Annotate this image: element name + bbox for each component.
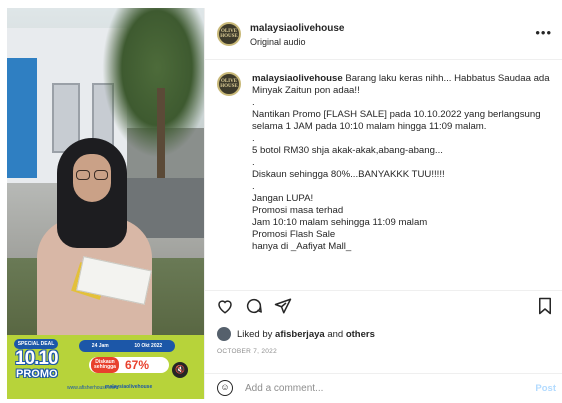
caption-line: Promosi masa terhad: [252, 205, 344, 216]
post-date[interactable]: OCTOBER 7, 2022: [217, 348, 277, 355]
caption-line: .: [252, 97, 255, 108]
caption-line: Nantikan Promo [FLASH SALE] pada 10.10.2…: [252, 109, 541, 132]
heart-icon[interactable]: [216, 297, 234, 315]
likes-others-link[interactable]: others: [346, 329, 375, 340]
caption-username[interactable]: malaysiaolivehouse: [252, 73, 343, 84]
promo-time-pill: 24 Jam 10 Okt 2022: [79, 340, 175, 352]
post-caption: OLIVE HOUSE malaysiaolivehouse Barang la…: [205, 60, 562, 290]
comment-icon[interactable]: [245, 297, 263, 315]
likes-middle: and: [327, 328, 344, 340]
video-person: [37, 138, 167, 348]
comment-input[interactable]: [245, 381, 525, 395]
more-options-icon[interactable]: •••: [535, 25, 552, 40]
comment-bar: ☺ Post: [205, 373, 562, 401]
promo-discount-tag: Diskaun sehingga: [91, 357, 119, 373]
likes-summary: Liked by afisberjaya and others: [217, 327, 375, 341]
caption-line: Promosi Flash Sale: [252, 229, 336, 240]
caption-line: hanya di _Aafiyat Mall_: [252, 241, 352, 252]
promo-date: 10 Okt 2022: [134, 343, 163, 349]
liker-avatar[interactable]: [217, 327, 231, 341]
video-tree: [102, 8, 204, 158]
likes-prefix: Liked by: [237, 328, 273, 340]
post-actions: [205, 290, 562, 320]
promo-discount: Diskaun sehingga 67%: [89, 357, 169, 373]
post-header: OLIVE HOUSE malaysiaolivehouse Original …: [205, 8, 562, 60]
speaker-muted-icon[interactable]: 🔇: [172, 362, 188, 378]
promo-title: PROMO: [16, 368, 58, 380]
caption-avatar[interactable]: OLIVE HOUSE: [217, 72, 241, 96]
caption-line: Jam 10:10 malam sehingga 11:09 malam: [252, 217, 428, 228]
caption-text: malaysiaolivehouse Barang laku keras nih…: [252, 73, 552, 253]
caption-line: .: [252, 181, 255, 192]
promo-date-title: 10.10: [15, 348, 59, 369]
bookmark-icon[interactable]: [536, 297, 554, 315]
promo-banner: SPECIAL DEAL 10.10 PROMO 24 Jam 10 Okt 2…: [7, 335, 204, 399]
avatar[interactable]: OLIVE HOUSE: [217, 22, 241, 46]
promo-discount-value: 67%: [125, 358, 150, 372]
original-audio-link[interactable]: Original audio: [250, 37, 306, 47]
post-button[interactable]: Post: [535, 383, 556, 394]
promo-social-handle: malaysiaolivehouse: [105, 384, 153, 390]
caption-line: Jangan LUPA!: [252, 193, 314, 204]
caption-line: .: [252, 157, 255, 168]
header-username[interactable]: malaysiaolivehouse: [250, 23, 345, 34]
caption-line: .: [252, 133, 255, 144]
caption-line: Diskaun sehingga 80%...BANYAKKK TUU!!!!!: [252, 169, 445, 180]
share-icon[interactable]: [274, 297, 292, 315]
post-video[interactable]: SPECIAL DEAL 10.10 PROMO 24 Jam 10 Okt 2…: [7, 8, 204, 399]
emoji-icon[interactable]: ☺: [217, 380, 233, 396]
caption-line: 5 botol RM30 shja akak-akak,abang-abang.…: [252, 145, 443, 156]
liker-username[interactable]: afisberjaya: [275, 329, 325, 340]
promo-duration: 24 Jam: [91, 343, 109, 349]
